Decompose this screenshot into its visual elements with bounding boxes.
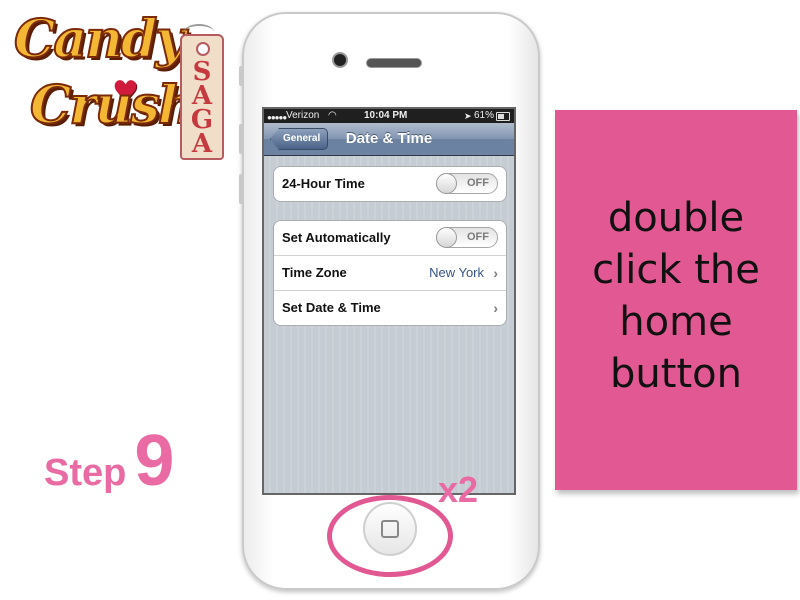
instruction-box: double click the home button xyxy=(555,110,797,490)
toggle-knob xyxy=(436,173,457,194)
earpiece-speaker xyxy=(366,58,422,68)
volume-up-button xyxy=(239,124,244,154)
location-icon: ➤ xyxy=(464,111,472,121)
mute-switch xyxy=(239,66,244,86)
navigation-bar: General Date & Time xyxy=(264,123,514,156)
instruction-line-4: button xyxy=(610,351,742,397)
front-camera-icon xyxy=(332,52,348,68)
back-button-general[interactable]: General xyxy=(270,128,329,150)
cell-label: Set Date & Time xyxy=(282,300,381,315)
toggle-set-automatically[interactable]: OFF xyxy=(436,227,498,248)
carrier-name: Verizon xyxy=(286,110,320,121)
volume-down-button xyxy=(239,174,244,204)
toggle-24-hour-time[interactable]: OFF xyxy=(436,173,498,194)
cell-label: Set Automatically xyxy=(282,230,391,245)
cell-set-date-time[interactable]: Set Date & Time › xyxy=(274,291,506,325)
cell-set-automatically: Set Automatically OFF xyxy=(274,221,506,256)
status-bar: ●●●●● Verizon ◠ 10:04 PM ➤ 61% xyxy=(264,109,514,123)
cell-time-zone[interactable]: Time Zone New York › xyxy=(274,256,506,291)
settings-group-24h: 24-Hour Time OFF xyxy=(273,166,507,202)
step-number: 9 xyxy=(134,421,175,501)
step-word: Step xyxy=(44,452,127,494)
tag-hole xyxy=(196,42,210,56)
instruction-line-2: click the xyxy=(592,247,760,293)
candy-crush-saga-logo: Candy ♥ Crush SAGA xyxy=(8,8,224,160)
logo-saga-text: SAGA xyxy=(190,57,214,159)
instruction-text: double click the home button xyxy=(555,192,797,400)
chevron-right-icon: › xyxy=(493,300,498,316)
tap-count-label: x2 xyxy=(438,469,479,510)
cell-label: 24-Hour Time xyxy=(282,176,365,191)
logo-candy-text: Candy xyxy=(13,9,186,70)
instruction-line-1: double xyxy=(607,195,745,241)
toggle-knob xyxy=(436,227,457,248)
toggle-state: OFF xyxy=(467,231,489,243)
settings-table: 24-Hour Time OFF Set Automatically OFF T… xyxy=(264,156,514,493)
status-time: 10:04 PM xyxy=(364,110,408,121)
cell-label: Time Zone xyxy=(282,265,347,280)
home-button-highlight-ring xyxy=(327,495,453,577)
battery-icon xyxy=(496,112,510,121)
instruction-line-3: home xyxy=(619,299,733,345)
phone-screen: ●●●●● Verizon ◠ 10:04 PM ➤ 61% General D… xyxy=(262,107,516,495)
settings-group-time: Set Automatically OFF Time Zone New York… xyxy=(273,220,507,326)
chevron-right-icon: › xyxy=(493,265,498,281)
toggle-state: OFF xyxy=(467,177,489,189)
logo-crush-text: Crush xyxy=(29,75,197,136)
step-label: Step 9 xyxy=(44,420,174,502)
saga-tag: SAGA xyxy=(180,34,224,160)
wifi-icon: ◠ xyxy=(328,110,337,121)
battery-percent: 61% xyxy=(474,110,495,121)
cell-24-hour-time: 24-Hour Time OFF xyxy=(274,167,506,201)
time-zone-value: New York xyxy=(429,265,484,280)
